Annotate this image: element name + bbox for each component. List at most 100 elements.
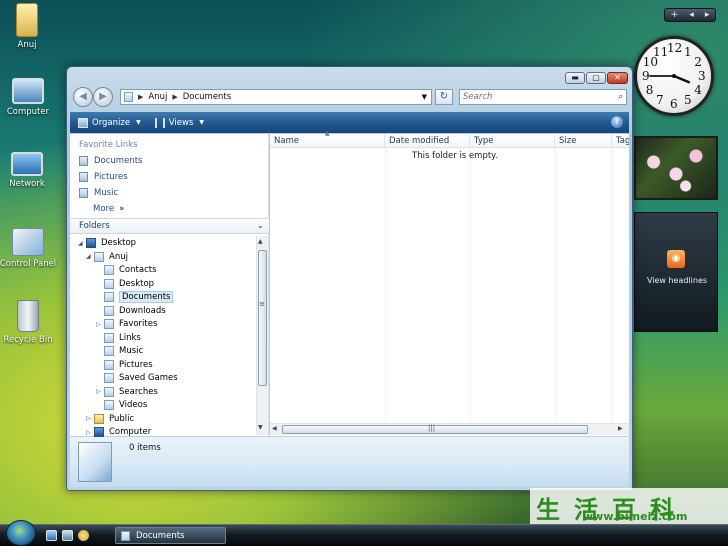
folder-icon [104,292,114,302]
favorite-link-pictures[interactable]: Pictures [79,172,128,182]
search-input[interactable]: Search ⌕ [459,89,627,105]
back-button[interactable]: ◀ [73,87,93,107]
views-menu[interactable]: Views ▼ [154,117,204,128]
tree-item[interactable]: ▷ Searches [96,386,158,398]
details-pane: 0 items [70,437,629,487]
double-chevron-icon: » [119,204,125,214]
tree-item[interactable]: Downloads [96,305,166,317]
favorite-link-label: Documents [94,156,143,166]
clock-gadget[interactable]: 12 1 2 3 4 5 6 7 8 9 10 11 [634,36,714,116]
tree-item[interactable]: Links [96,332,141,344]
collapsed-arrow-icon[interactable]: ▷ [96,388,104,395]
help-icon[interactable]: ? [611,116,623,128]
tree-item[interactable]: ▷ Public [86,413,134,425]
network-icon [11,152,43,176]
show-desktop-icon[interactable] [46,530,57,541]
desktop-icon-network[interactable]: Network [0,152,57,189]
expanded-arrow-icon[interactable]: ◢ [78,240,86,247]
column-header-tags[interactable]: Tag [612,134,629,148]
folders-header[interactable]: Folders ⌄ [70,218,269,234]
desktop-icon-computer[interactable]: Computer [0,78,58,117]
file-list-pane[interactable]: Name ▲ Date modified Type Size Tag This … [270,130,629,436]
clock-number: 3 [698,69,706,83]
clock-number: 2 [694,55,702,69]
clock-number: 6 [670,97,678,111]
column-header-date-modified[interactable]: Date modified [385,134,470,148]
navigation-pane: Favorite Links Documents Pictures Music … [70,134,269,437]
slideshow-gadget[interactable] [634,136,718,200]
tree-item[interactable]: ▷ Favorites [96,318,157,330]
scroll-right-icon[interactable]: ▶ [618,425,623,432]
tree-item[interactable]: ◢ Desktop [78,237,136,249]
watermark-url: www.bimeiz.com [583,510,688,523]
favorite-links-title: Favorite Links [79,140,138,150]
sort-arrow-icon: ▲ [325,130,330,137]
forward-button[interactable]: ▶ [93,87,113,107]
folder-icon [104,373,114,383]
tree-item[interactable]: Pictures [96,359,153,371]
address-bar[interactable]: ▶ Anuj ▶ Documents ▼ [120,89,432,105]
tree-item-label: Music [119,346,144,356]
tree-item-label: Computer [109,427,152,437]
desktop-icon-label: Computer [6,107,50,117]
favorite-links-more[interactable]: More » [93,204,124,214]
minimize-button[interactable]: ▬ [565,72,585,84]
favorite-link-music[interactable]: Music [79,188,118,198]
scrollbar-grip-icon: ||| [428,424,436,432]
folder-icon [104,359,114,370]
tree-item-label: Links [119,332,141,343]
favorite-link-documents[interactable]: Documents [79,156,142,166]
previous-gadget-button[interactable]: ◂ [689,10,694,20]
back-arrow-icon: ◀ [79,91,87,102]
address-dropdown-icon[interactable]: ▼ [422,93,427,101]
tree-item[interactable]: Desktop [96,278,154,290]
tree-item[interactable]: Documents [96,291,174,303]
breadcrumb-anuj[interactable]: Anuj [148,92,167,102]
file-list-horizontal-scrollbar[interactable]: ◀ ||| ▶ [270,423,629,435]
start-button[interactable] [6,520,36,546]
taskbar-button-documents[interactable]: Documents [115,527,226,544]
breadcrumb-separator-icon: ▶ [138,93,144,101]
search-icon[interactable]: ⌕ [618,90,623,104]
scrollbar-thumb[interactable] [258,250,267,386]
maximize-button[interactable]: ▢ [586,72,606,84]
tree-item[interactable]: ◢ Anuj [86,251,128,263]
item-count: 0 items [129,443,161,453]
scroll-down-icon[interactable]: ▼ [258,424,263,431]
desktop-icon-anuj[interactable]: Anuj [0,3,57,50]
refresh-button[interactable]: ↻ [435,89,453,105]
column-divider [470,148,471,425]
tree-item[interactable]: Videos [96,399,147,411]
desktop-icon-recycle-bin[interactable]: Recycle Bin [0,300,58,345]
switch-windows-icon[interactable] [62,530,73,541]
scroll-left-icon[interactable]: ◀ [272,425,277,432]
expanded-arrow-icon[interactable]: ◢ [86,253,94,260]
collapsed-arrow-icon[interactable]: ▷ [86,415,94,422]
collapsed-arrow-icon[interactable]: ▷ [96,321,104,328]
documents-icon [79,156,88,166]
desktop-icon-label: Recycle Bin [3,335,53,345]
explorer-window[interactable]: ▬ ▢ ✕ ◀ ▶ ▶ Anuj ▶ Documents ▼ ↻ Search … [66,66,633,491]
computer-icon [12,78,44,104]
clock-number: 9 [642,69,650,83]
collapsed-arrow-icon[interactable]: ▷ [86,429,94,436]
tree-item[interactable]: Contacts [96,264,157,276]
close-button[interactable]: ✕ [607,72,628,84]
desktop-icon-control-panel[interactable]: Control Panel [0,228,58,269]
internet-explorer-icon[interactable] [78,530,89,541]
column-header-size[interactable]: Size [555,134,612,148]
next-gadget-button[interactable]: ▸ [705,10,710,20]
sidebar-controls: + ◂ ▸ [664,8,716,22]
add-gadget-button[interactable]: + [671,10,679,20]
tree-item[interactable]: Music [96,345,143,357]
tree-item[interactable]: Saved Games [96,372,178,384]
organize-menu[interactable]: Organize ▼ [78,117,141,128]
folder-tree-scrollbar[interactable]: ▲ ≡ ▼ [256,236,268,435]
refresh-icon: ↻ [439,91,449,102]
column-header-type[interactable]: Type [470,134,555,148]
breadcrumb-documents[interactable]: Documents [183,92,231,102]
clock-number: 12 [667,41,683,55]
scroll-up-icon[interactable]: ▲ [258,238,263,245]
feed-headlines-gadget[interactable]: ◉ View headlines [634,212,718,332]
feed-headlines-link[interactable]: View headlines [635,276,719,285]
